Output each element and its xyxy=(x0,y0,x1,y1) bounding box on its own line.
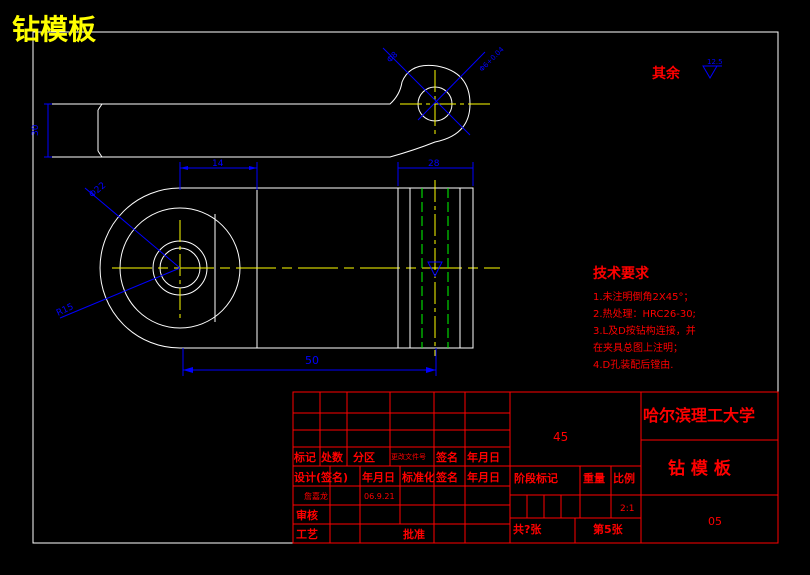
dim-50-text: 50 xyxy=(305,354,319,367)
dim-14-text: 14 xyxy=(212,159,224,169)
tb-label-review: 审核 xyxy=(296,508,318,522)
tb-label-standard: 标准化 xyxy=(401,470,435,484)
scale-value: 2:1 xyxy=(620,504,634,514)
tb-label-mark: 标记 xyxy=(293,450,316,464)
dim-hole-tol-text: Φ6+0.04 xyxy=(478,45,506,73)
dim-height-text: 30 xyxy=(31,124,41,136)
drawing-canvas: 30 Φ8 Φ6+0.04 14 28 Φ22 R15 50 其余 12.5 技… xyxy=(31,31,779,544)
tb-label-approve: 批准 xyxy=(403,527,425,541)
tb-label-date3: 年月日 xyxy=(467,470,500,484)
tb-label-ratio: 比例 xyxy=(613,471,635,485)
front-view-dimensions xyxy=(59,162,474,376)
tb-label-sheet-no: 第5张 xyxy=(593,522,624,536)
top-view xyxy=(47,64,492,158)
material-text: 45 xyxy=(553,430,568,444)
part-name: 钻 模 板 xyxy=(668,458,732,479)
tb-label-stage-mark: 阶段标记 xyxy=(514,471,558,485)
dim-28-text: 28 xyxy=(428,159,440,169)
roughness-symbol-icon xyxy=(702,65,718,79)
tb-label-sign2: 签名 xyxy=(435,470,458,484)
surface-note: 其余 xyxy=(652,65,681,82)
tb-label-count: 处数 xyxy=(320,450,344,464)
tech-req-item: 4.D孔装配后镗由. xyxy=(593,358,673,371)
tb-label-change-doc: 更改文件号 xyxy=(391,452,426,461)
tb-label-date2: 年月日 xyxy=(362,470,395,484)
university-name: 哈尔滨理工大学 xyxy=(643,406,755,425)
tb-label-sign: 签名 xyxy=(435,450,458,464)
front-view xyxy=(99,187,500,349)
roughness-value: 12.5 xyxy=(707,58,723,66)
tech-req-item: 1.未注明倒角2X45°； xyxy=(593,290,693,303)
tech-req-item: 在夹具总图上注明； xyxy=(593,341,683,354)
top-view-dimensions xyxy=(44,47,486,158)
designer-name: 詹嘉龙 xyxy=(304,491,328,501)
drawing-number: 05 xyxy=(708,515,722,528)
tech-req-item: 2.热处理：HRC26-30; xyxy=(593,307,696,320)
tb-label-weight: 重量 xyxy=(583,471,605,485)
tb-label-zone: 分区 xyxy=(353,450,375,464)
tb-label-total-sheets: 共?张 xyxy=(513,522,542,536)
tech-req-item: 3.L及D按钻构连接，并 xyxy=(593,324,696,337)
tb-label-design: 设计(签名) xyxy=(294,470,348,484)
tech-req-heading: 技术要求 xyxy=(593,265,650,282)
tb-label-process: 工艺 xyxy=(296,527,318,541)
page-title: 钻模板 xyxy=(12,13,97,46)
tb-label-date: 年月日 xyxy=(467,450,500,464)
design-date: 06.9.21 xyxy=(364,492,395,501)
dim-22-text: Φ22 xyxy=(88,181,109,201)
